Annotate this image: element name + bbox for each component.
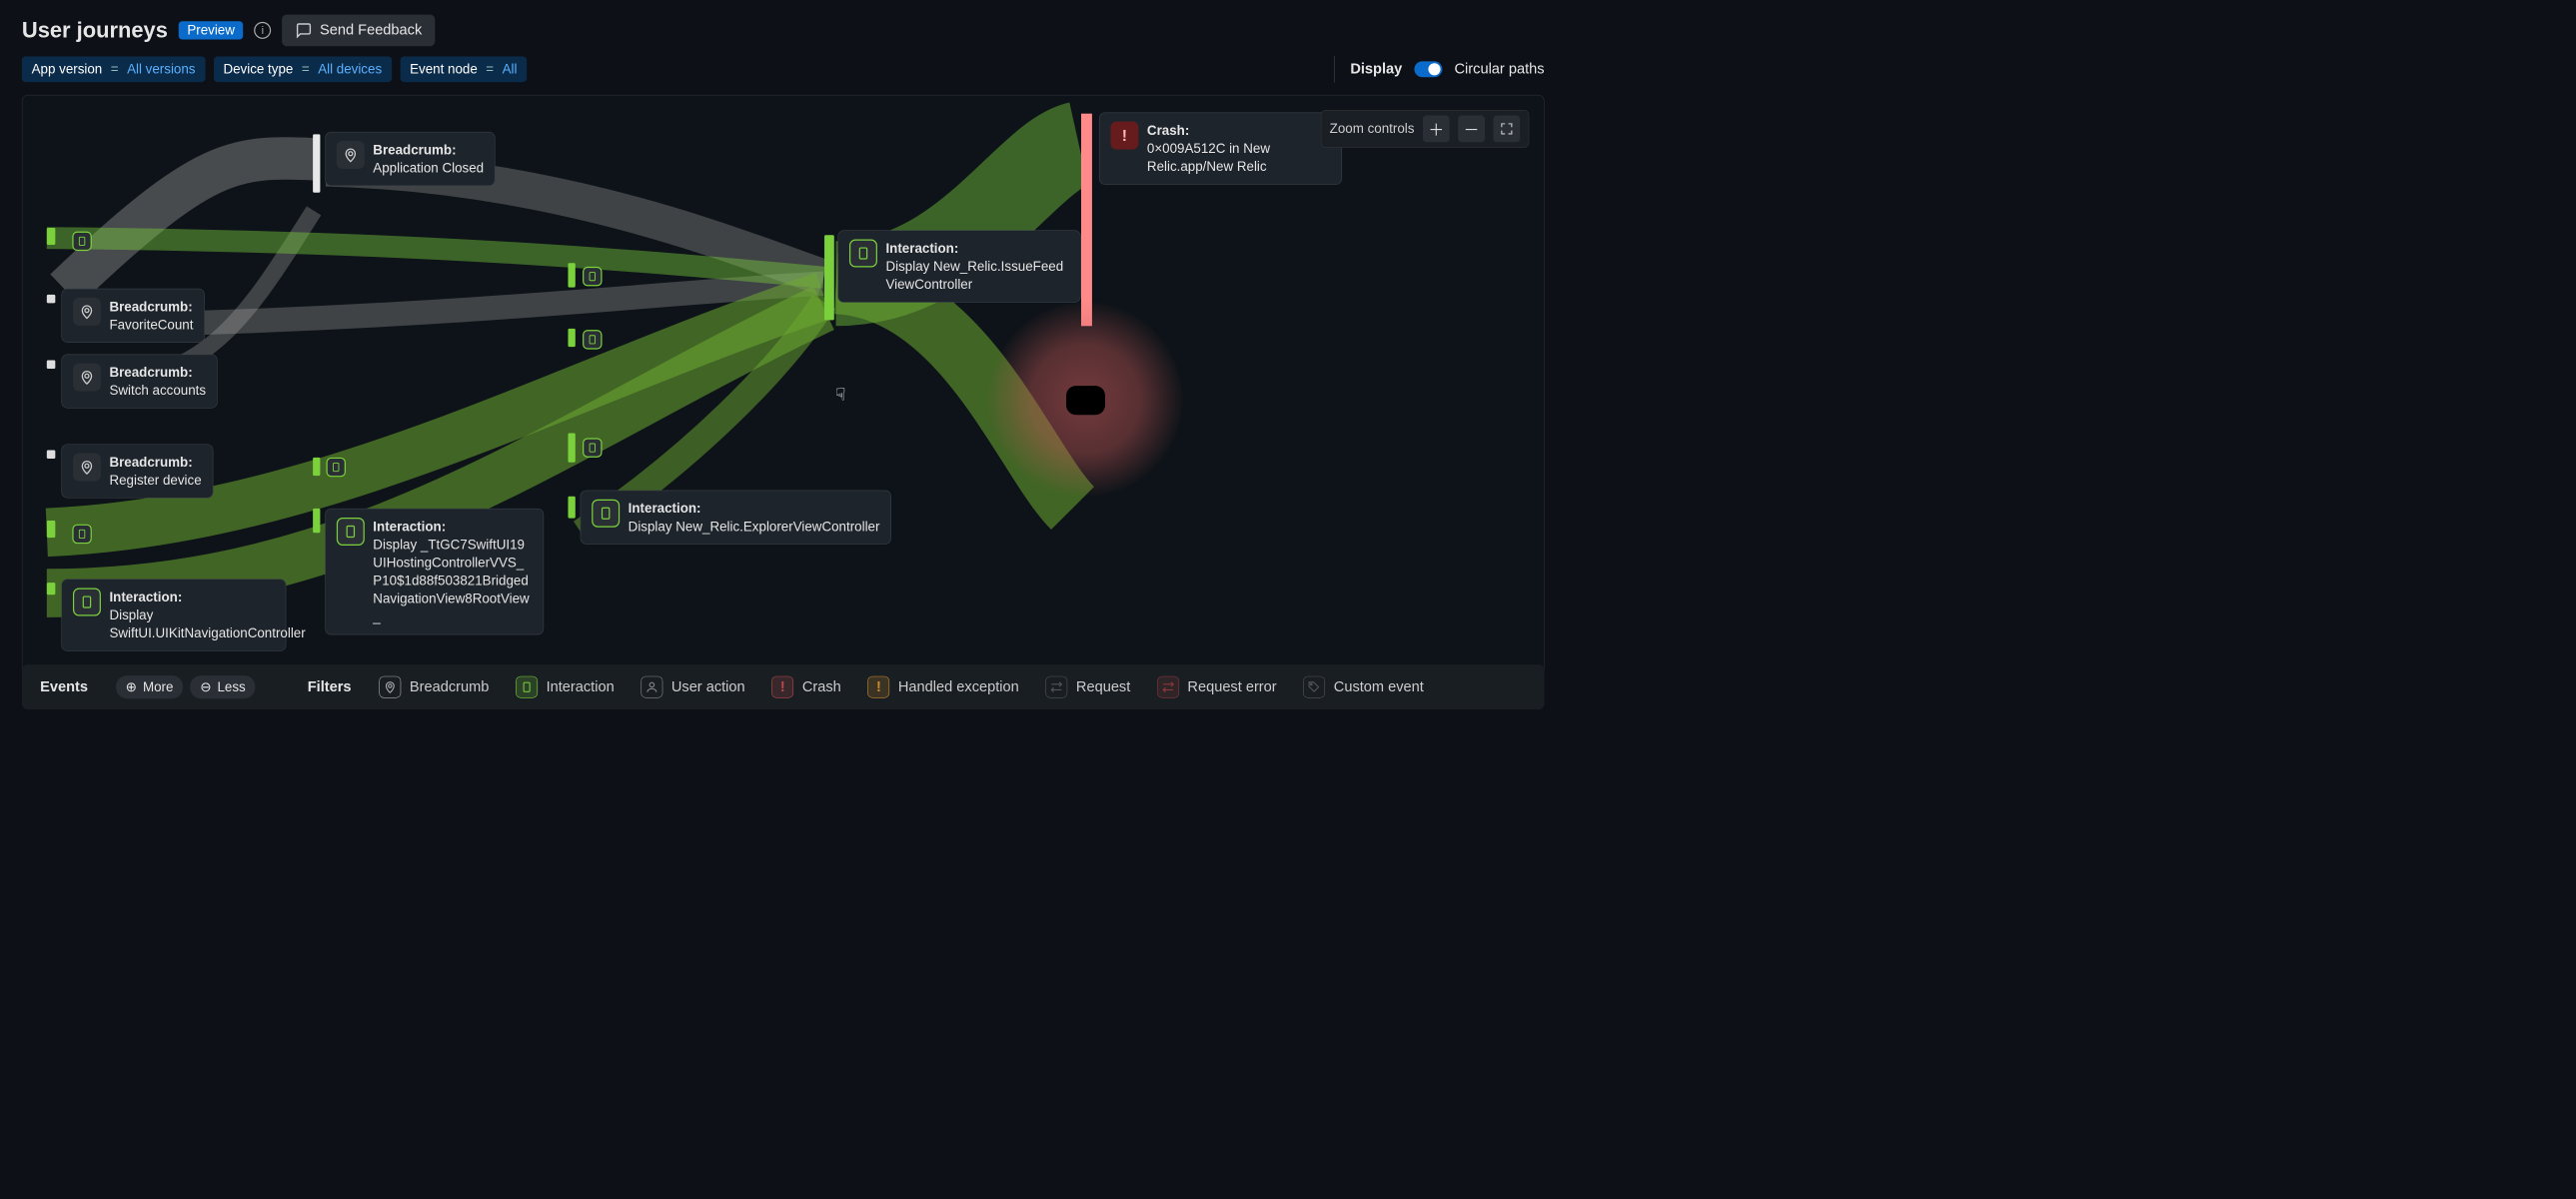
device-icon xyxy=(849,240,877,268)
device-icon xyxy=(73,589,101,616)
filter-chip-app-version[interactable]: App version = All versions xyxy=(22,57,205,83)
swap-icon xyxy=(1046,676,1068,698)
legend-label: Breadcrumb xyxy=(410,678,489,695)
more-button[interactable]: ⊕ More xyxy=(116,675,183,698)
pin-icon xyxy=(380,676,402,698)
legend-handled-exception[interactable]: ! Handled exception xyxy=(867,676,1018,698)
marker xyxy=(47,521,56,538)
plus-circle-icon: ⊕ xyxy=(126,679,137,695)
info-icon[interactable]: i xyxy=(254,22,271,39)
interaction-minor-icon[interactable] xyxy=(583,267,602,286)
legend-label: Crash xyxy=(802,678,841,695)
feedback-icon xyxy=(296,22,313,39)
legend-label: Custom event xyxy=(1334,678,1424,695)
node-crash[interactable]: ! Crash: 0×009A512C in New Relic.app/New… xyxy=(1099,112,1342,184)
bottom-bar: Events ⊕ More ⊖ Less Filters Breadcrumb I… xyxy=(22,664,1545,709)
less-button[interactable]: ⊖ Less xyxy=(190,675,255,698)
marker xyxy=(47,451,56,460)
interaction-minor-icon[interactable] xyxy=(326,458,345,477)
filter-chip-device-type[interactable]: Device type = All devices xyxy=(214,57,392,83)
display-label: Display xyxy=(1350,61,1402,78)
marker xyxy=(568,263,575,287)
marker xyxy=(568,497,575,519)
marker xyxy=(313,509,320,533)
alert-icon: ! xyxy=(1110,122,1138,150)
device-icon xyxy=(337,518,365,546)
node-breadcrumb-switch[interactable]: Breadcrumb: Switch accounts xyxy=(61,354,217,408)
node-interaction-swiftui[interactable]: Interaction: Display SwiftUI.UIKitNaviga… xyxy=(61,579,286,650)
legend-label: Interaction xyxy=(547,678,615,695)
page-title: User journeys xyxy=(22,18,168,44)
legend-label: Handled exception xyxy=(898,678,1019,695)
legend-user-action[interactable]: User action xyxy=(641,676,744,698)
circular-paths-toggle[interactable] xyxy=(1414,61,1442,77)
legend-request[interactable]: Request xyxy=(1046,676,1131,698)
legend-breadcrumb[interactable]: Breadcrumb xyxy=(380,676,490,698)
legend-custom-event[interactable]: Custom event xyxy=(1303,676,1423,698)
zoom-fit-button[interactable] xyxy=(1493,116,1520,143)
legend-crash[interactable]: ! Crash xyxy=(771,676,840,698)
legend-label: Request error xyxy=(1187,678,1276,695)
marker xyxy=(313,458,320,476)
device-icon xyxy=(592,500,620,528)
alert-icon: ! xyxy=(771,676,793,698)
marker xyxy=(47,361,56,370)
node-breadcrumb-register[interactable]: Breadcrumb: Register device xyxy=(61,444,213,498)
pin-icon xyxy=(73,298,101,326)
marker xyxy=(824,235,834,320)
interaction-minor-icon[interactable] xyxy=(583,330,602,349)
marker xyxy=(568,329,575,347)
preview-badge: Preview xyxy=(179,21,244,39)
node-interaction-explorer[interactable]: Interaction: Display New_Relic.ExplorerV… xyxy=(581,491,891,545)
node-interaction-issuefeed[interactable]: Interaction: Display New_Relic.IssueFeed… xyxy=(837,230,1080,302)
device-icon xyxy=(516,676,538,698)
minus-circle-icon: ⊖ xyxy=(200,679,211,695)
marker xyxy=(568,434,575,463)
divider xyxy=(1334,56,1335,83)
events-label: Events xyxy=(40,678,88,695)
pin-icon xyxy=(337,141,365,169)
marker xyxy=(313,134,320,192)
user-icon xyxy=(641,676,662,698)
filter-chips: App version = All versions Device type =… xyxy=(22,57,527,83)
swap-icon xyxy=(1157,676,1179,698)
zoom-label: Zoom controls xyxy=(1330,121,1415,137)
zoom-in-button[interactable]: ＋ xyxy=(1423,116,1450,143)
zoom-out-button[interactable]: － xyxy=(1458,116,1485,143)
zoom-controls: Zoom controls ＋ － xyxy=(1321,110,1530,148)
journey-canvas[interactable]: Breadcrumb: Application Closed Breadcrum… xyxy=(22,95,1545,678)
circular-paths-label: Circular paths xyxy=(1455,61,1545,78)
legend-interaction[interactable]: Interaction xyxy=(516,676,615,698)
legend-request-error[interactable]: Request error xyxy=(1157,676,1277,698)
filters-label: Filters xyxy=(308,678,352,695)
pin-icon xyxy=(73,364,101,392)
node-breadcrumb-app-closed[interactable]: Breadcrumb: Application Closed xyxy=(325,132,495,186)
alert-icon: ! xyxy=(867,676,889,698)
send-feedback-button[interactable]: Send Feedback xyxy=(282,15,435,47)
interaction-minor-icon[interactable] xyxy=(583,438,602,457)
marker xyxy=(47,583,56,595)
node-breadcrumb-favcount[interactable]: Breadcrumb: FavoriteCount xyxy=(61,289,205,343)
pin-icon xyxy=(73,454,101,482)
interaction-minor-icon[interactable] xyxy=(72,525,91,544)
filter-chip-event-node[interactable]: Event node = All xyxy=(400,57,527,83)
legend-label: Request xyxy=(1076,678,1130,695)
send-feedback-label: Send Feedback xyxy=(320,22,422,39)
marker xyxy=(47,228,56,245)
node-interaction-hosting[interactable]: Interaction: Display _TtGC7SwiftUI19UIHo… xyxy=(325,509,544,635)
interaction-minor-icon[interactable] xyxy=(72,232,91,251)
marker xyxy=(47,295,56,304)
crash-terminus-core xyxy=(1066,386,1105,415)
legend-label: User action xyxy=(671,678,745,695)
tag-icon xyxy=(1303,676,1325,698)
